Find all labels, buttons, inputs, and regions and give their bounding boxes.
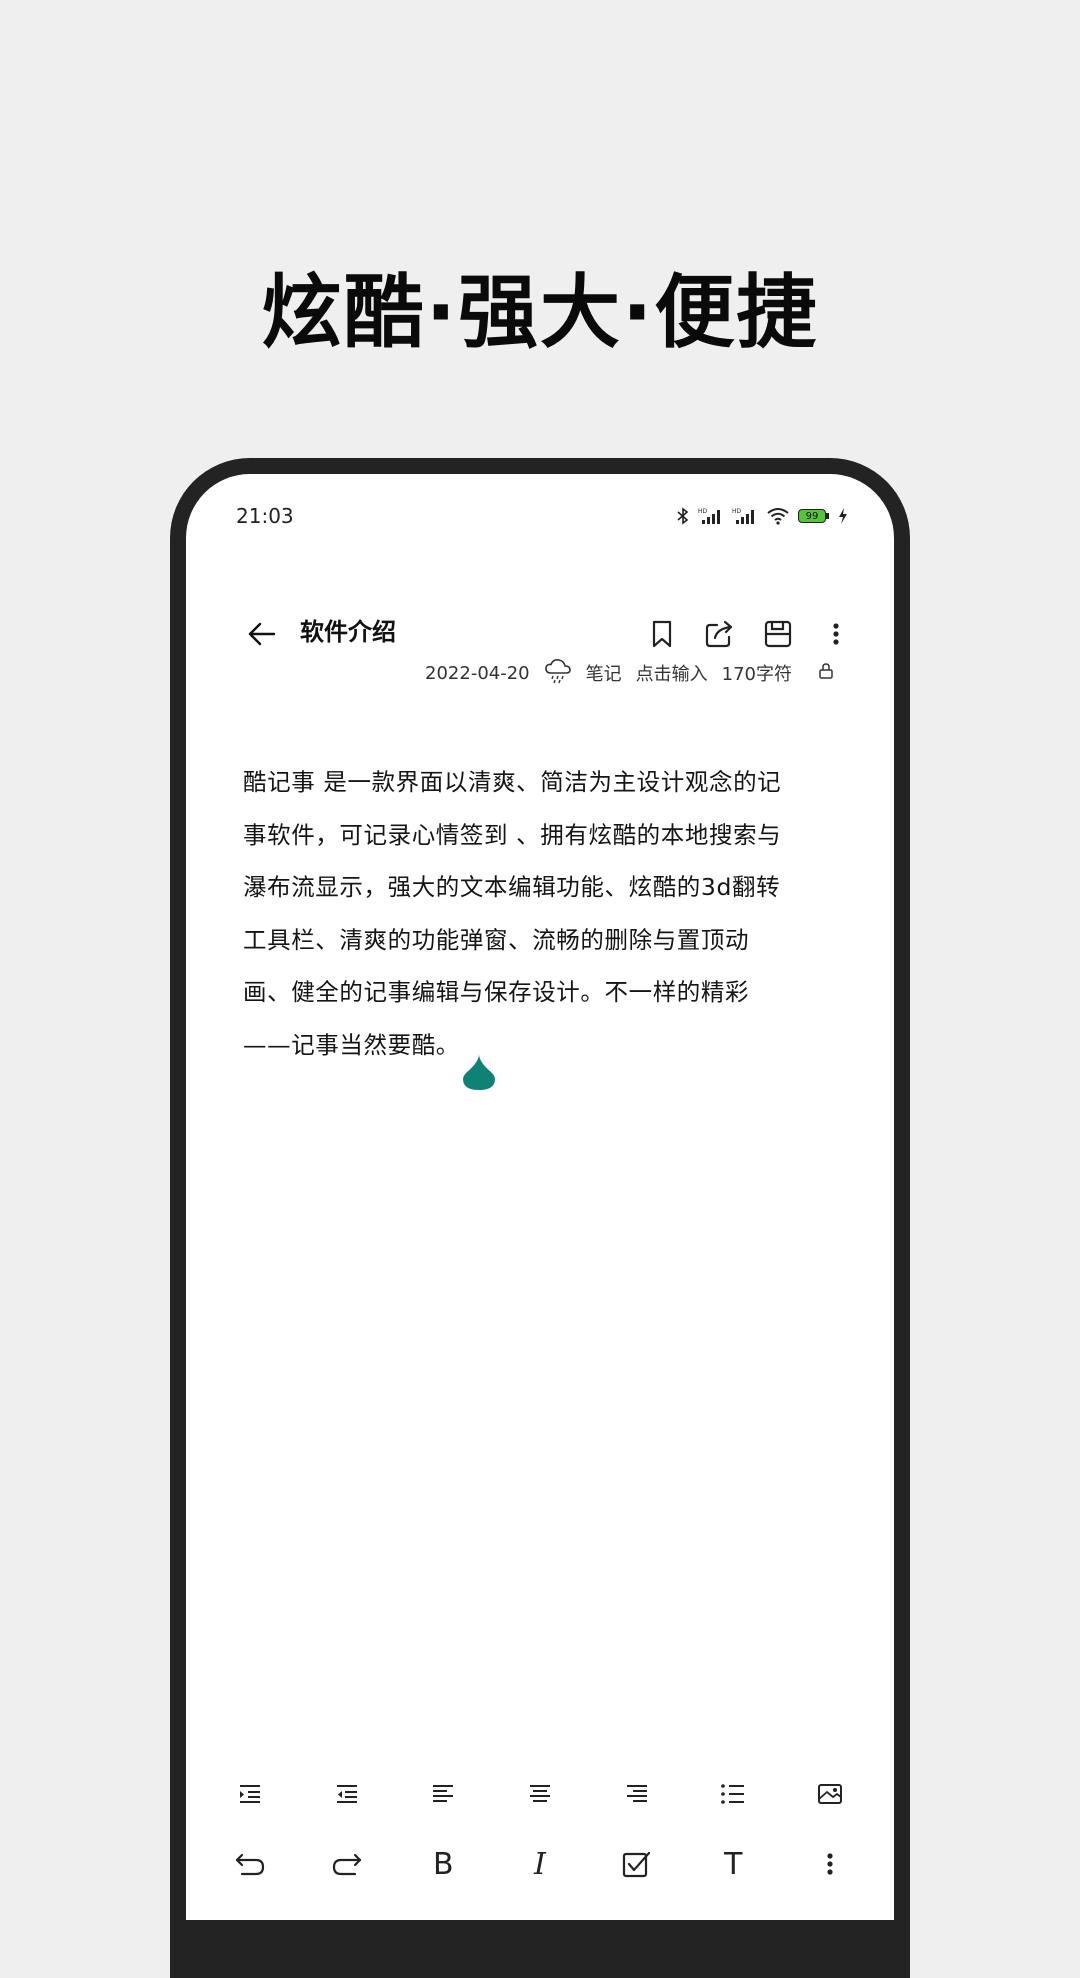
note-line: ——记事当然要酷。 xyxy=(243,1030,460,1059)
note-line: 工具栏、清爽的功能弹窗、流畅的删除与置顶动 xyxy=(243,925,750,954)
svg-text:HD: HD xyxy=(698,508,708,515)
text-style-button[interactable]: T xyxy=(703,1844,763,1884)
battery-level: 99 xyxy=(798,509,826,523)
status-time: 21:03 xyxy=(236,504,294,528)
format-toolbar-row-2: B I T xyxy=(186,1844,894,1884)
signal-hd-icon-2: HD xyxy=(732,508,754,524)
note-line: 事软件，可记录心情签到 、拥有炫酷的本地搜索与 xyxy=(243,820,782,849)
phone-screen: 21:03 HD HD 99 软件介绍 2022-04-20 笔记 点击输入 1… xyxy=(186,474,894,1920)
bold-button[interactable]: B xyxy=(413,1844,473,1884)
note-line: 瀑布流显示，强大的文本编辑功能、炫酷的3d翻转 xyxy=(243,873,781,901)
input-hint[interactable]: 点击输入 xyxy=(636,660,708,686)
note-date: 2022-04-20 xyxy=(425,662,530,684)
banner-headline: 炫酷·强大·便捷 xyxy=(261,266,819,359)
indent-increase-icon[interactable] xyxy=(220,1774,280,1814)
indent-decrease-icon[interactable] xyxy=(317,1774,377,1814)
undo-icon[interactable] xyxy=(220,1844,280,1884)
charging-icon xyxy=(839,508,847,524)
bookmark-icon[interactable] xyxy=(644,616,680,652)
numbered-list-icon[interactable] xyxy=(703,1774,763,1814)
weather-rain-icon[interactable] xyxy=(544,658,572,689)
note-category[interactable]: 笔记 xyxy=(586,660,622,686)
signal-hd-icon: HD xyxy=(698,508,720,524)
status-icons: HD HD 99 xyxy=(676,506,848,526)
lock-icon[interactable] xyxy=(818,662,834,685)
align-right-icon[interactable] xyxy=(607,1774,667,1814)
bluetooth-icon xyxy=(677,507,689,525)
more-vert-icon[interactable] xyxy=(818,616,854,652)
char-count: 170字符 xyxy=(721,664,792,685)
align-center-icon[interactable] xyxy=(510,1774,570,1814)
insert-image-icon[interactable] xyxy=(800,1774,860,1814)
back-arrow-icon[interactable] xyxy=(244,616,280,652)
checkbox-icon[interactable] xyxy=(607,1844,667,1884)
more-vert-icon[interactable] xyxy=(800,1844,860,1884)
note-line: 画、健全的记事编辑与保存设计。不一样的精彩 xyxy=(243,978,750,1006)
note-body[interactable]: 酷记事 是一款界面以清爽、简洁为主设计观念的记 事软件，可记录心情签到 、拥有炫… xyxy=(243,756,843,1071)
note-toolbar: 软件介绍 xyxy=(186,604,894,660)
italic-button[interactable]: I xyxy=(510,1844,570,1884)
redo-icon[interactable] xyxy=(317,1844,377,1884)
note-line: 酷记事 是一款界面以清爽、简洁为主设计观念的记 xyxy=(243,768,782,796)
align-left-icon[interactable] xyxy=(413,1774,473,1814)
format-toolbar-row-1 xyxy=(186,1774,894,1814)
note-title: 软件介绍 xyxy=(300,618,396,646)
wifi-icon xyxy=(767,508,789,525)
svg-text:HD: HD xyxy=(732,508,742,515)
share-icon[interactable] xyxy=(702,616,738,652)
note-meta: 2022-04-20 笔记 点击输入 170字符 xyxy=(425,658,834,688)
text-cursor-handle[interactable] xyxy=(462,1052,496,1092)
battery-icon: 99 xyxy=(798,509,830,523)
save-icon[interactable] xyxy=(760,616,796,652)
